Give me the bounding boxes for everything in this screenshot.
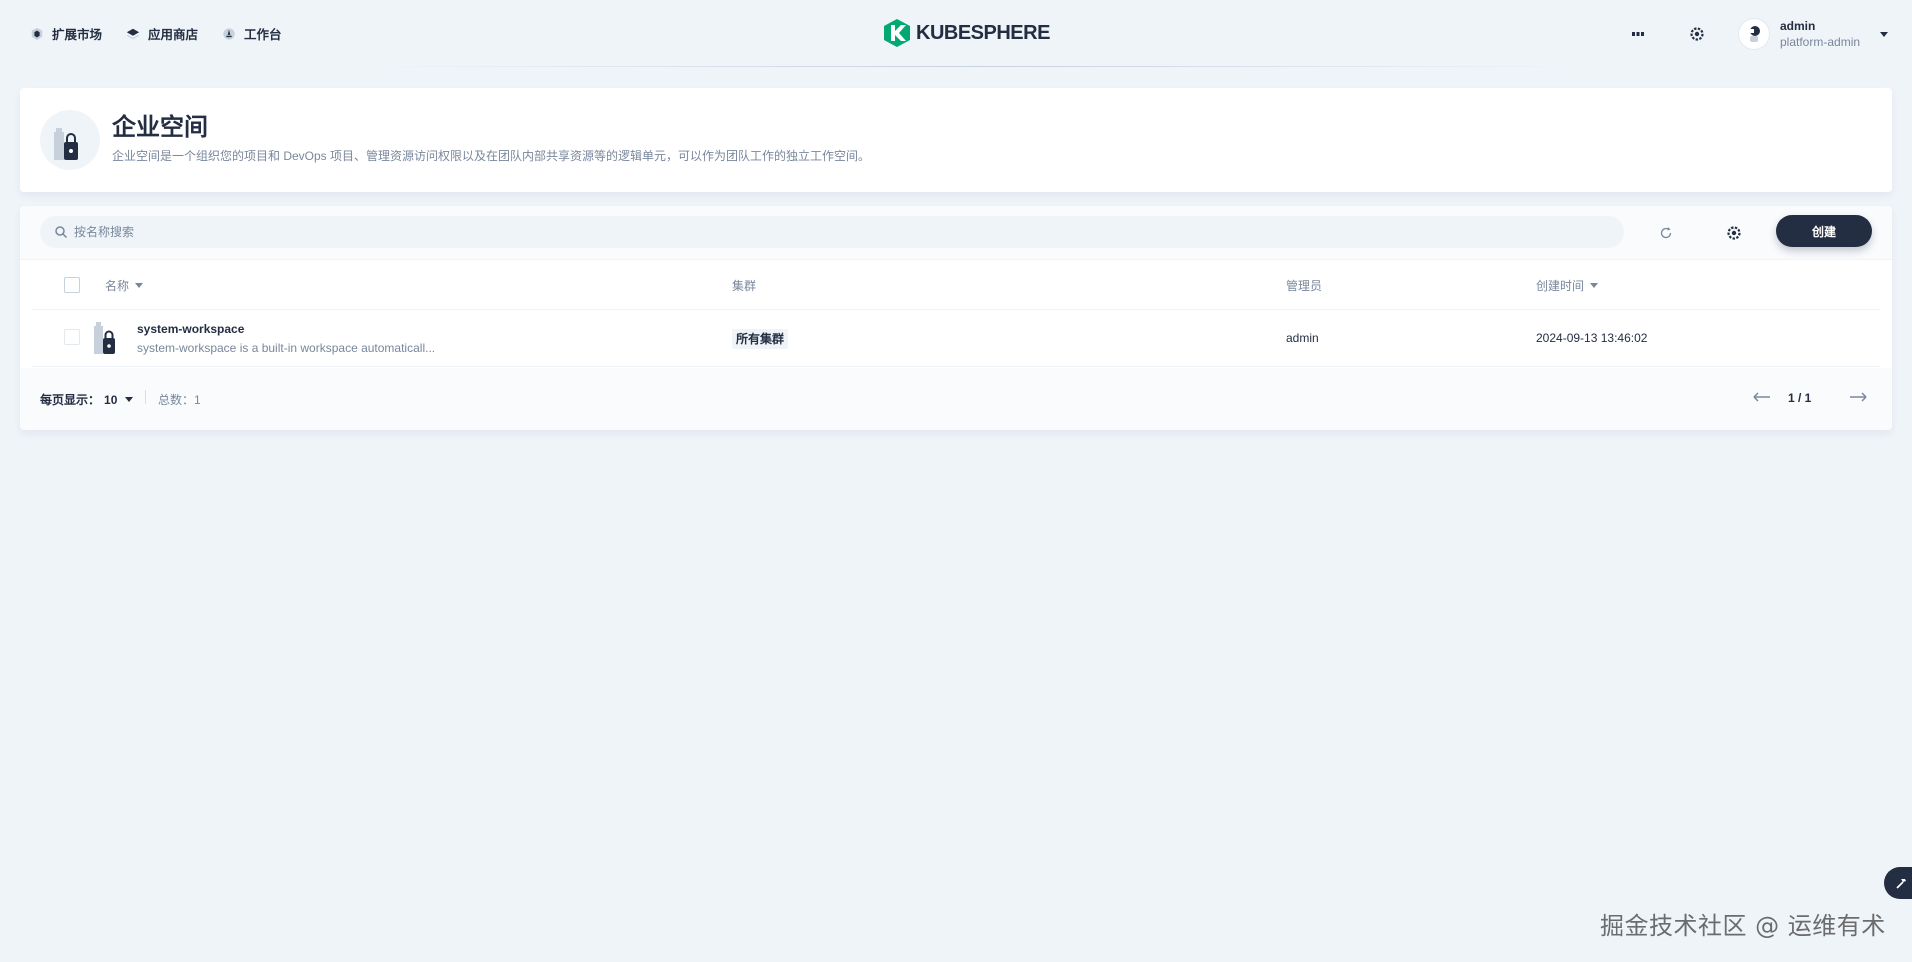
nav-app-store-label: 应用商店 (148, 28, 199, 42)
manager-cell: admin (1286, 331, 1319, 345)
page-title: 企业空间 (112, 114, 208, 141)
select-all-checkbox[interactable] (64, 277, 80, 293)
refresh-icon (1660, 227, 1672, 239)
total-value: 1 (194, 393, 201, 407)
nav-app-store[interactable]: 应用商店 (126, 24, 198, 43)
kubesphere-logo[interactable]: KUBESPHERE (884, 19, 1050, 47)
workspace-icon (94, 322, 115, 354)
enterprise-space-icon (54, 128, 78, 160)
nav-workbench-label: 工作台 (244, 28, 282, 42)
nav-extension-market[interactable]: 扩展市场 (30, 24, 102, 43)
gear-icon (1690, 27, 1704, 41)
table-footer: 每页显示： 10 总数：1 1 / 1 (20, 368, 1892, 430)
user-avatar-icon (1748, 26, 1760, 42)
user-name: admin (1780, 18, 1816, 33)
chevron-down-icon[interactable] (1878, 28, 1890, 40)
table-header: 名称 集群 管理员 创建时间 (32, 260, 1880, 310)
page-indicator: 1 / 1 (1788, 391, 1812, 405)
settings-button[interactable] (1681, 18, 1713, 50)
table-toolbar: 创建 (20, 206, 1892, 260)
nav-workbench[interactable]: 工作台 (222, 24, 282, 43)
extension-market-icon (31, 27, 43, 40)
workspace-banner-icon (40, 110, 100, 170)
avatar (1738, 18, 1770, 50)
workspace-description: system-workspace is a built-in workspace… (137, 341, 436, 355)
refresh-button[interactable] (1650, 217, 1682, 249)
column-name-label: 名称 (105, 279, 130, 293)
watermark: 掘金技术社区 @ 运维有术 (1600, 912, 1886, 940)
column-created-header[interactable]: 创建时间 (1536, 277, 1599, 294)
nav-divider (360, 66, 1590, 67)
column-cluster-header: 集群 (732, 277, 756, 294)
nav-left-menu: 扩展市场 应用商店 工作台 (30, 24, 282, 43)
page-banner: 企业空间 企业空间是一个组织您的项目和 DevOps 项目、管理资源访问权限以及… (20, 88, 1892, 192)
column-manager-label: 管理员 (1286, 279, 1323, 293)
hammer-icon (1896, 879, 1906, 889)
search-input[interactable] (74, 217, 1624, 247)
brand-name: KUBESPHERE (916, 21, 1050, 44)
sort-caret-icon (135, 283, 144, 288)
workspace-name-link[interactable]: system-workspace (137, 321, 244, 337)
user-info: admin platform-admin (1780, 19, 1860, 50)
footer-divider (145, 390, 146, 404)
search-icon (55, 226, 68, 239)
total-label: 总数： (158, 393, 195, 407)
search-box[interactable] (40, 216, 1624, 248)
page-size-select[interactable]: 每页显示： 10 (40, 391, 134, 408)
chevron-down-icon (125, 397, 134, 402)
created-time-cell: 2024-09-13 13:46:02 (1536, 331, 1648, 345)
arrow-left-icon[interactable] (1750, 387, 1774, 407)
table-row[interactable]: system-workspace system-workspace is a b… (32, 310, 1880, 367)
total-count: 总数：1 (158, 391, 201, 408)
page-size-value: 10 (104, 392, 118, 407)
column-created-label: 创建时间 (1536, 279, 1585, 293)
gear-icon (1727, 226, 1741, 240)
column-manager-header: 管理员 (1286, 277, 1322, 294)
row-checkbox[interactable] (64, 329, 80, 345)
page-size-label: 每页显示： (40, 393, 101, 407)
user-menu[interactable]: admin platform-admin (1738, 18, 1860, 50)
cluster-tag: 所有集群 (732, 329, 789, 349)
column-name-header[interactable]: 名称 (105, 277, 144, 294)
column-cluster-label: 集群 (732, 279, 757, 293)
create-button[interactable]: 创建 (1776, 215, 1872, 247)
table-settings-button[interactable] (1718, 217, 1750, 249)
arrow-right-icon[interactable] (1846, 387, 1870, 407)
user-role: platform-admin (1780, 34, 1861, 49)
sort-caret-icon (1590, 283, 1599, 288)
workbench-icon (223, 27, 235, 40)
apps-menu-button[interactable] (1622, 18, 1654, 50)
workspace-table-panel: 创建 名称 集群 管理员 创建时间 system-workspace syste… (20, 206, 1892, 430)
top-navbar: 扩展市场 应用商店 工作台 KUBESPHERE admin platform-… (0, 0, 1912, 68)
kubesphere-logo-icon (884, 19, 910, 47)
page-description: 企业空间是一个组织您的项目和 DevOps 项目、管理资源访问权限以及在团队内部… (112, 149, 871, 163)
toolbox-button[interactable] (1884, 867, 1912, 899)
more-dots-icon (1632, 32, 1644, 36)
nav-extension-market-label: 扩展市场 (52, 28, 103, 42)
app-store-icon (126, 28, 140, 39)
